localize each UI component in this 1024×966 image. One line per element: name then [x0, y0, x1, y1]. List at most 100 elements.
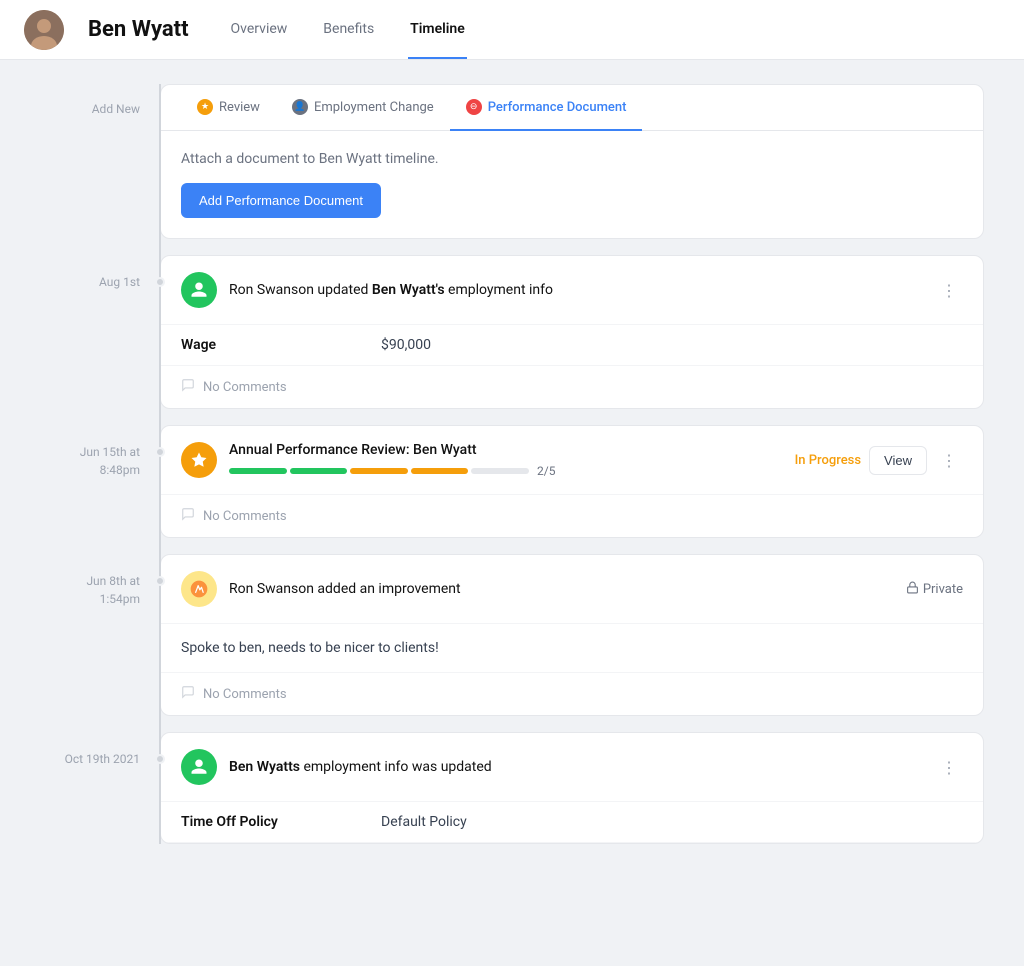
- timeline-dot-jun15: [155, 447, 165, 457]
- tab-performance[interactable]: ⊖ Performance Document: [450, 85, 643, 131]
- nav-overview[interactable]: Overview: [229, 0, 290, 59]
- nav-timeline[interactable]: Timeline: [408, 0, 467, 59]
- timeline-line: [159, 84, 161, 255]
- date-label-oct19: Oct 19th 2021: [65, 750, 140, 768]
- add-new-sidebar: Add New: [40, 84, 160, 239]
- header-name: Ben Wyatt: [88, 17, 189, 42]
- more-options-oct19[interactable]: ⋮: [935, 753, 963, 781]
- timeline-line-jun15: [159, 425, 161, 554]
- event-header-jun15: Annual Performance Review: Ben Wyatt 2/5: [161, 426, 983, 495]
- event-card-jun8: Ron Swanson added an improvement Private…: [160, 554, 984, 716]
- comment-icon-jun15: [181, 507, 195, 525]
- avatar: [24, 10, 64, 50]
- no-comments-jun8: No Comments: [203, 687, 287, 702]
- event-title-jun8: Ron Swanson added an improvement: [229, 581, 894, 597]
- employment-update-card-oct19: Ben Wyatts employment info was updated ⋮…: [160, 732, 984, 844]
- employment-update-card-aug1: Ron Swanson updated Ben Wyatt's employme…: [160, 255, 984, 409]
- no-comments-aug1: No Comments: [203, 380, 287, 395]
- header-nav: Overview Benefits Timeline: [229, 0, 467, 59]
- event-header-aug1: Ron Swanson updated Ben Wyatt's employme…: [161, 256, 983, 325]
- date-label-jun15: Jun 15th at8:48pm: [80, 443, 140, 479]
- seg5: [471, 468, 529, 474]
- event-data-aug1: Wage $90,000 No Comments: [161, 325, 983, 408]
- add-new-row: Add New ★ Review 👤 Employment Change: [40, 84, 984, 239]
- improvement-card-jun8: Ron Swanson added an improvement Private…: [160, 554, 984, 716]
- tab-description: Attach a document to Ben Wyatt timeline.: [181, 151, 963, 167]
- performance-icon: ⊖: [466, 99, 482, 115]
- data-row-wage: Wage $90,000: [161, 325, 983, 366]
- progress-container: 2/5: [229, 464, 783, 478]
- employment-icon: 👤: [292, 99, 308, 115]
- wage-label: Wage: [181, 337, 381, 353]
- timeline-event-aug1: Aug 1st Ron Swanson updated Ben Wyatt's …: [40, 255, 984, 409]
- event-actions-oct19: ⋮: [935, 753, 963, 781]
- lock-icon: [906, 581, 919, 598]
- review-card-jun15: Annual Performance Review: Ben Wyatt 2/5: [160, 425, 984, 538]
- private-badge: Private: [906, 581, 963, 598]
- event-title-oct19: Ben Wyatts employment info was updated: [229, 759, 923, 775]
- more-options-jun15[interactable]: ⋮: [935, 446, 963, 474]
- event-card-jun15: Annual Performance Review: Ben Wyatt 2/5: [160, 425, 984, 538]
- review-icon: ★: [197, 99, 213, 115]
- review-title-area: Annual Performance Review: Ben Wyatt 2/5: [229, 442, 783, 478]
- timeline-event-oct19: Oct 19th 2021 Ben Wyatts employment info…: [40, 732, 984, 844]
- tl-date-oct19: Oct 19th 2021: [40, 732, 160, 844]
- more-options-aug1[interactable]: ⋮: [935, 276, 963, 304]
- tab-card: ★ Review 👤 Employment Change ⊖ Performan…: [160, 84, 984, 239]
- date-label-aug1: Aug 1st: [99, 273, 140, 291]
- seg3: [350, 468, 408, 474]
- data-row-timeoff: Time Off Policy Default Policy: [161, 802, 983, 843]
- event-header-jun8: Ron Swanson added an improvement Private: [161, 555, 983, 624]
- timeline-dot-aug1: [155, 277, 165, 287]
- tl-date-jun15: Jun 15th at8:48pm: [40, 425, 160, 538]
- event-card-aug1: Ron Swanson updated Ben Wyatt's employme…: [160, 255, 984, 409]
- comments-jun8: No Comments: [161, 673, 983, 715]
- event-body-jun8: Spoke to ben, needs to be nicer to clien…: [161, 624, 983, 673]
- header: Ben Wyatt Overview Benefits Timeline: [0, 0, 1024, 60]
- comments-jun15: No Comments: [161, 495, 983, 537]
- timeline-event-jun15: Jun 15th at8:48pm Annual Performance Rev…: [40, 425, 984, 538]
- nav-benefits[interactable]: Benefits: [321, 0, 376, 59]
- view-button-jun15[interactable]: View: [869, 446, 927, 475]
- comments-aug1: No Comments: [161, 366, 983, 408]
- add-performance-doc-button[interactable]: Add Performance Document: [181, 183, 381, 218]
- event-card-oct19: Ben Wyatts employment info was updated ⋮…: [160, 732, 984, 844]
- event-actions-jun15: In Progress View ⋮: [795, 446, 963, 475]
- timeline-dot-oct19: [155, 754, 165, 764]
- tabs-row: ★ Review 👤 Employment Change ⊖ Performan…: [161, 85, 983, 131]
- event-data-oct19: Time Off Policy Default Policy: [161, 802, 983, 843]
- review-title: Annual Performance Review: Ben Wyatt: [229, 442, 783, 458]
- comment-icon-aug1: [181, 378, 195, 396]
- employment-update-icon: [181, 272, 217, 308]
- add-new-label: Add New: [92, 102, 140, 116]
- comment-icon-jun8: [181, 685, 195, 703]
- timeline-line-oct19: [159, 732, 161, 844]
- tab-body: Attach a document to Ben Wyatt timeline.…: [161, 131, 983, 238]
- tab-review[interactable]: ★ Review: [181, 85, 276, 131]
- inprogress-badge: In Progress: [795, 453, 861, 468]
- progress-fraction: 2/5: [537, 464, 555, 478]
- timeline-dot-jun8: [155, 576, 165, 586]
- event-actions-aug1: ⋮: [935, 276, 963, 304]
- event-actions-jun8: Private: [906, 581, 963, 598]
- progress-bar: [229, 468, 529, 474]
- employment-update-icon-oct19: [181, 749, 217, 785]
- tl-date-jun8: Jun 8th at1:54pm: [40, 554, 160, 716]
- event-header-oct19: Ben Wyatts employment info was updated ⋮: [161, 733, 983, 802]
- timeoff-label: Time Off Policy: [181, 814, 381, 830]
- seg1: [229, 468, 287, 474]
- wage-value: $90,000: [381, 337, 431, 353]
- tl-date-aug1: Aug 1st: [40, 255, 160, 409]
- review-icon-jun15: [181, 442, 217, 478]
- seg4: [411, 468, 469, 474]
- event-title-aug1: Ron Swanson updated Ben Wyatt's employme…: [229, 282, 923, 298]
- main-content: Add New ★ Review 👤 Employment Change: [0, 60, 1024, 884]
- date-label-jun8: Jun 8th at1:54pm: [86, 572, 140, 608]
- no-comments-jun15: No Comments: [203, 509, 287, 524]
- tab-employment[interactable]: 👤 Employment Change: [276, 85, 450, 131]
- private-label: Private: [923, 582, 963, 597]
- tab-card-container: ★ Review 👤 Employment Change ⊖ Performan…: [160, 84, 984, 239]
- timeline-event-jun8: Jun 8th at1:54pm Ron Swanson added an im…: [40, 554, 984, 716]
- seg2: [290, 468, 348, 474]
- improvement-icon: [181, 571, 217, 607]
